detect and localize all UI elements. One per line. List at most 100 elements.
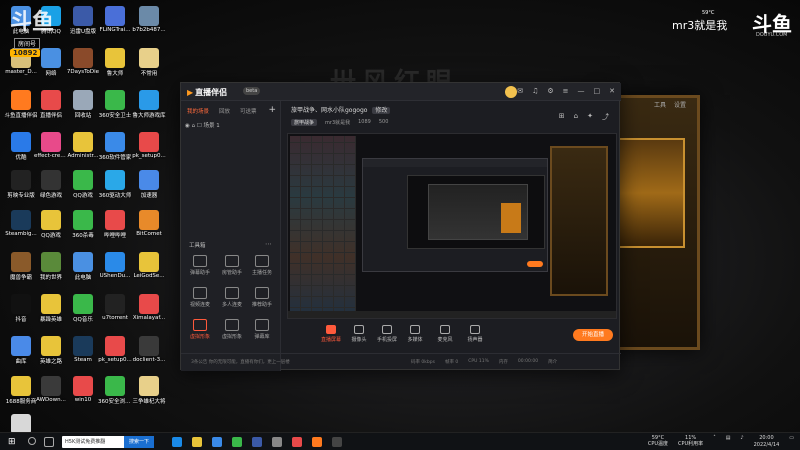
desktop-icon[interactable]: 英雄之路: [34, 336, 68, 365]
source-button[interactable]: 多媒体: [401, 325, 429, 343]
clock[interactable]: 20:00 2022/4/14: [754, 435, 780, 449]
desktop-icon[interactable]: doclient-3...: [132, 336, 166, 363]
notification-icon[interactable]: ▭: [789, 435, 794, 449]
360-browser-icon[interactable]: [232, 437, 242, 447]
lock-icon[interactable]: ⌂: [574, 112, 578, 122]
desktop-icon[interactable]: 360驱动大师: [98, 170, 132, 199]
desktop-icon[interactable]: Steam: [66, 336, 100, 363]
desktop-icon[interactable]: 哔哩哔哩: [98, 210, 132, 239]
edit-title-button[interactable]: 修改: [372, 107, 391, 114]
desktop-icon[interactable]: 魔兽争霸: [4, 252, 38, 281]
source-button[interactable]: 手机投屏: [373, 325, 401, 343]
more-icon[interactable]: ⋯: [265, 240, 272, 248]
desktop-icon[interactable]: 迅雷U盘版: [66, 6, 100, 35]
tool-item[interactable]: 弹幕助手: [185, 255, 215, 276]
desktop-icon[interactable]: u7torrent: [98, 294, 132, 321]
desktop-icon[interactable]: 鲁大师游戏库: [132, 90, 166, 119]
desktop-icon[interactable]: BitComet: [132, 210, 166, 237]
edge-icon[interactable]: [172, 437, 182, 447]
desktop-icon[interactable]: 回收站: [66, 90, 100, 119]
desktop-icon[interactable]: 360安全卫士: [98, 90, 132, 119]
desktop-icon[interactable]: 鲁大师: [98, 48, 132, 77]
desktop-icon[interactable]: 7DaysToDie: [66, 48, 100, 75]
share-icon[interactable]: ⤴: [602, 112, 609, 122]
taskbar-search-button[interactable]: 搜索一下: [124, 436, 154, 448]
scene-item[interactable]: ◉ ⌂ ☐ 场景 1: [185, 121, 220, 129]
windows-start-icon[interactable]: ⊞: [8, 437, 18, 447]
desktop-icon[interactable]: 斗鱼直播伴侣: [4, 90, 38, 119]
stream-preview[interactable]: [287, 133, 617, 319]
desktop-icon[interactable]: Administr...: [66, 132, 100, 159]
task-view-icon[interactable]: [44, 437, 54, 447]
game-icon[interactable]: [332, 437, 342, 447]
desktop-icon[interactable]: 优酷: [4, 132, 38, 161]
eye-icon[interactable]: ◉: [185, 123, 190, 129]
desktop-icon[interactable]: pk_setup0...: [98, 336, 132, 363]
desktop-icon[interactable]: 此电脑: [66, 252, 100, 281]
desktop-icon[interactable]: 直播伴侣: [34, 90, 68, 119]
desktop-icon[interactable]: 360安全浏览器: [98, 376, 132, 405]
app-icon[interactable]: [272, 437, 282, 447]
mail-icon[interactable]: ✉: [517, 87, 523, 95]
search-icon[interactable]: [28, 437, 36, 445]
volume-icon[interactable]: ♪: [740, 435, 743, 449]
desktop-icon[interactable]: 不常用: [132, 48, 166, 77]
desktop-icon[interactable]: 加速器: [132, 170, 166, 199]
tool-item[interactable]: 推荐助手: [247, 287, 277, 308]
add-scene-icon[interactable]: +: [268, 105, 276, 115]
gear-icon[interactable]: ⚙: [547, 87, 553, 95]
desktop-icon[interactable]: win10: [66, 376, 100, 403]
desktop-icon[interactable]: 360软件管家: [98, 132, 132, 161]
menu-icon[interactable]: ≡: [563, 87, 569, 95]
thunder-icon[interactable]: [252, 437, 262, 447]
desktop-icon[interactable]: FLiNGTrai...: [98, 6, 132, 33]
folder-icon[interactable]: [192, 437, 202, 447]
source-button[interactable]: 直播屏幕: [317, 325, 345, 343]
source-button[interactable]: 摄像头: [345, 325, 373, 343]
desktop-icon[interactable]: 1688服务商: [4, 376, 38, 405]
tab-replay[interactable]: 回放: [219, 107, 230, 115]
desktop-icon[interactable]: 三争雄杞大将: [132, 376, 166, 405]
app-titlebar[interactable]: ▶ 直播伴侣 beta ✉ ♫ ⚙ ≡ — □ ✕: [181, 83, 621, 101]
desktop-icon[interactable]: 剪映专业版: [4, 170, 38, 199]
desktop-icon[interactable]: UShenDu...: [98, 252, 132, 279]
maximize-icon[interactable]: □: [594, 87, 601, 95]
minimize-icon[interactable]: —: [578, 87, 585, 95]
tool-item[interactable]: 弹幕库: [247, 319, 277, 340]
desktop-icon[interactable]: LeiGodSe...: [132, 252, 166, 279]
douyu-companion-icon[interactable]: [312, 437, 322, 447]
source-button[interactable]: 麦克风: [431, 325, 459, 343]
desktop-icon[interactable]: 我的世界: [34, 252, 68, 281]
tab-tickets[interactable]: 可送票: [240, 107, 257, 115]
tool-item[interactable]: 房管助手: [217, 255, 247, 276]
network-icon[interactable]: ▤: [726, 435, 731, 449]
tool-item[interactable]: 多人连麦: [217, 287, 247, 308]
desktop-icon[interactable]: 暴躁英雄: [34, 294, 68, 323]
desktop-icon[interactable]: QQ音乐: [66, 294, 100, 323]
go-live-button[interactable]: 开始直播: [573, 329, 613, 341]
checkbox-icon[interactable]: ☐: [197, 123, 202, 129]
tab-my-scenes[interactable]: 我的场景: [187, 107, 209, 115]
chevron-up-icon[interactable]: ˄: [713, 435, 716, 449]
desktop-icon[interactable]: 360杀毒: [66, 210, 100, 239]
taskbar-search[interactable]: H5K测试免费推翻 搜索一下: [62, 436, 154, 448]
game-category[interactable]: 旅甲战争: [291, 119, 318, 126]
desktop-icon[interactable]: effect-crea...: [34, 132, 68, 159]
desktop-icon[interactable]: Ximalayaf...: [132, 294, 166, 321]
source-button[interactable]: 扬声器: [461, 325, 489, 343]
gift-icon[interactable]: ⊞: [559, 112, 565, 122]
user-avatar[interactable]: [505, 86, 517, 98]
desktop-icon[interactable]: 抖音: [4, 294, 38, 323]
tool-item[interactable]: 虚拟形象: [217, 319, 247, 340]
close-icon[interactable]: ✕: [609, 87, 615, 95]
reward-icon[interactable]: ✦: [587, 112, 593, 122]
lock-icon[interactable]: ⌂: [192, 123, 196, 129]
desktop-icon[interactable]: QQ游戏: [66, 170, 100, 199]
desktop-icon[interactable]: QQ游戏: [34, 210, 68, 239]
tool-item[interactable]: 虚拟形象: [185, 319, 215, 340]
desktop-icon[interactable]: AWDown...: [34, 376, 68, 403]
tool-item[interactable]: 视频连麦: [185, 287, 215, 308]
bell-icon[interactable]: ♫: [532, 87, 538, 95]
desktop-icon[interactable]: 曲库: [4, 336, 38, 365]
desktop-icon[interactable]: 绿色游戏: [34, 170, 68, 199]
